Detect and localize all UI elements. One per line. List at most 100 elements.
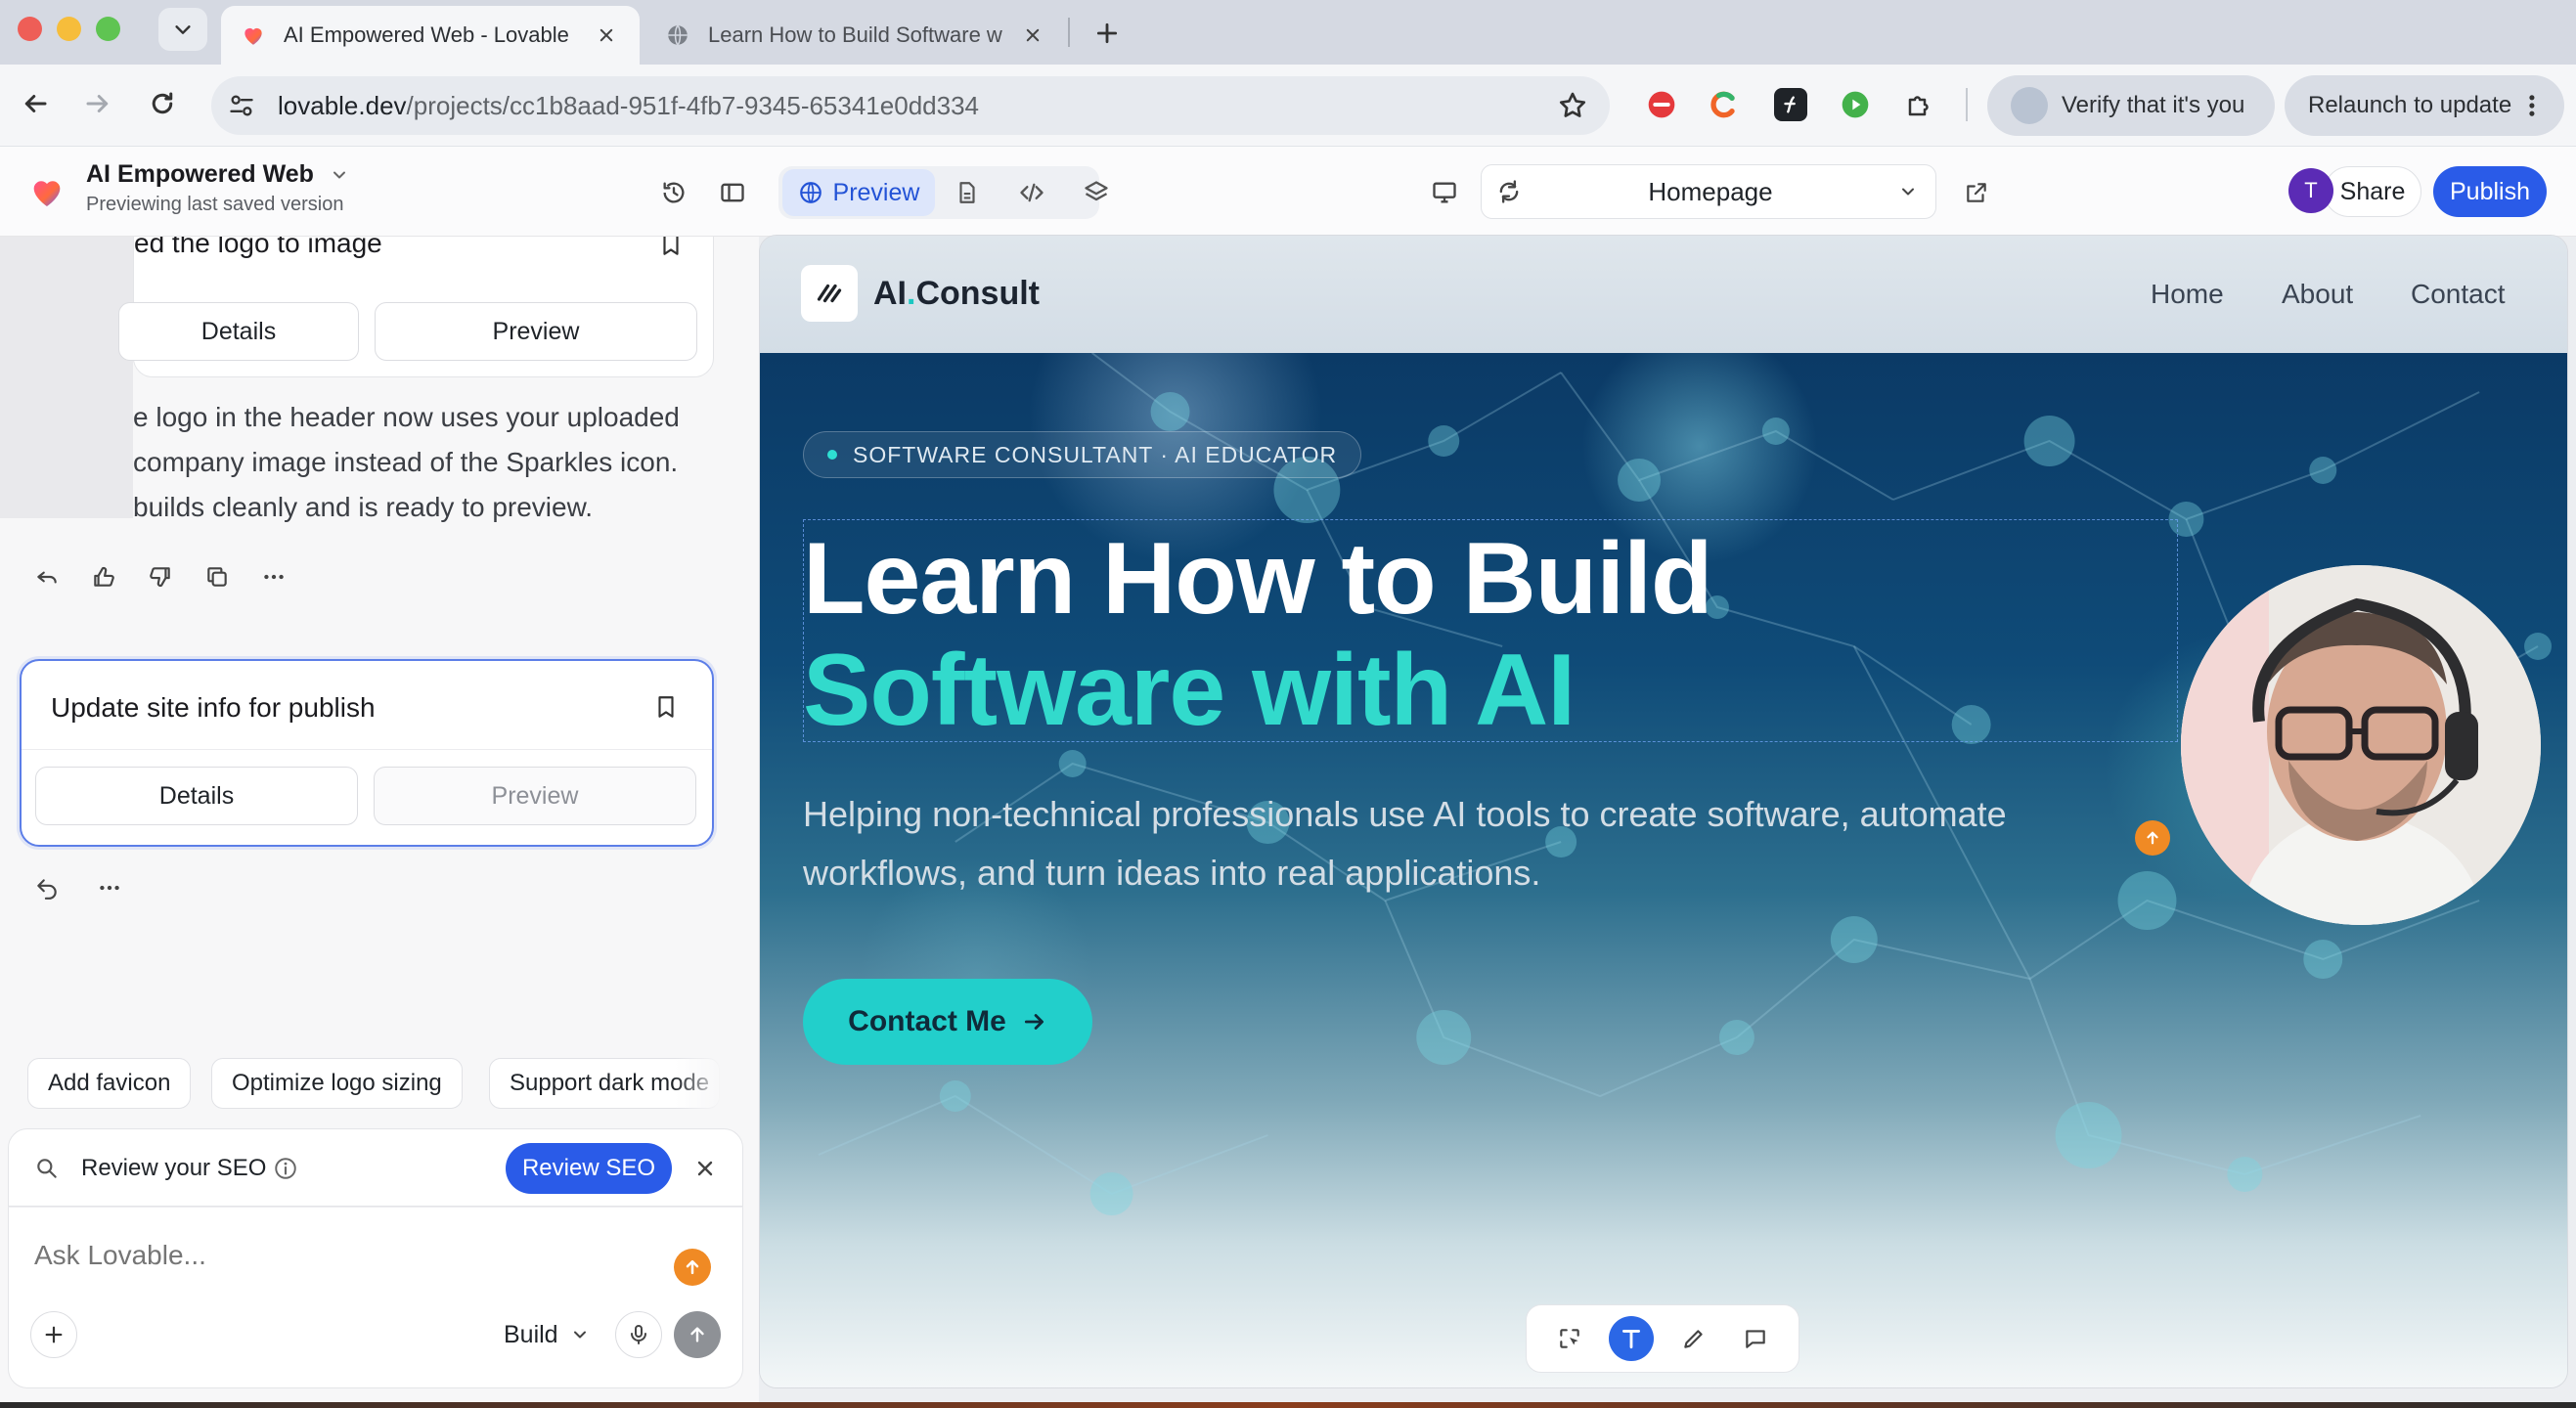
- select-cursor-icon: [1560, 1329, 1579, 1348]
- extension-blocker-icon[interactable]: [1645, 88, 1678, 121]
- hero-badge: SOFTWARE CONSULTANT · AI EDUCATOR: [803, 431, 1362, 478]
- version-actions: [33, 874, 123, 902]
- contact-me-button[interactable]: Contact Me: [803, 979, 1092, 1065]
- share-label: Share: [2339, 177, 2406, 205]
- open-in-new-tab-button[interactable]: [1960, 176, 1993, 209]
- company-logo[interactable]: [801, 265, 858, 322]
- tab-lovable[interactable]: AI Empowered Web - Lovable: [221, 6, 640, 65]
- close-icon[interactable]: [593, 22, 620, 49]
- hero-headline-line2[interactable]: Software with AI: [803, 633, 1576, 749]
- more-vertical-icon: [2529, 95, 2535, 116]
- draw-button[interactable]: [1671, 1316, 1716, 1361]
- ask-input[interactable]: [34, 1233, 641, 1278]
- window-minimize-button[interactable]: [57, 17, 81, 41]
- video-overlay-strip: [0, 237, 133, 518]
- undo-icon[interactable]: [33, 874, 61, 902]
- new-tab-button[interactable]: [1086, 12, 1129, 55]
- extension-fontsninja-icon[interactable]: [1774, 88, 1807, 121]
- details-label: Details: [158, 781, 235, 810]
- message-line: e logo in the header now uses your uploa…: [133, 402, 680, 432]
- reply-icon[interactable]: [33, 563, 61, 591]
- window-zoom-button[interactable]: [96, 17, 120, 41]
- close-icon[interactable]: [1019, 22, 1046, 49]
- bookmark-icon[interactable]: [653, 692, 679, 722]
- nav-contact[interactable]: Contact: [2411, 279, 2506, 310]
- dock-edge: [0, 1402, 2576, 1408]
- more-horizontal-icon[interactable]: [260, 563, 288, 591]
- forward-button[interactable]: [78, 84, 117, 123]
- thumbs-down-icon[interactable]: [147, 563, 174, 591]
- user-avatar[interactable]: T: [2288, 168, 2333, 213]
- plus-icon: [1096, 22, 1118, 44]
- copy-icon[interactable]: [203, 563, 231, 591]
- avatar-initial: T: [2304, 178, 2318, 202]
- preview-button[interactable]: Preview: [374, 767, 696, 825]
- publish-button[interactable]: Publish: [2433, 166, 2547, 217]
- toggle-sidebar-button[interactable]: [716, 176, 749, 209]
- details-button[interactable]: Details: [35, 767, 358, 825]
- layers-view-button[interactable]: [1080, 176, 1113, 209]
- verify-identity-chip[interactable]: Verify that it's you: [1987, 75, 2275, 136]
- suggestion-label: Optimize logo sizing: [232, 1070, 442, 1096]
- review-seo-button[interactable]: Review SEO: [506, 1143, 672, 1194]
- mode-select[interactable]: Build: [504, 1315, 590, 1354]
- hero-subheadline: Helping non-technical professionals use …: [803, 794, 2007, 893]
- tab-title: AI Empowered Web - Lovable: [284, 22, 569, 47]
- relaunch-update-chip[interactable]: Relaunch to update: [2285, 75, 2564, 136]
- info-icon[interactable]: [273, 1156, 298, 1181]
- preview-button[interactable]: Preview: [375, 302, 697, 361]
- history-button[interactable]: [657, 176, 690, 209]
- tab-search-button[interactable]: [158, 8, 207, 51]
- message-line: company image instead of the Sparkles ic…: [133, 447, 679, 477]
- nav-home[interactable]: Home: [2151, 279, 2224, 310]
- refresh-icon[interactable]: [1495, 178, 1523, 205]
- device-preview-button[interactable]: [1428, 176, 1461, 209]
- card-title: ed the logo to image: [134, 237, 382, 258]
- code-view-button[interactable]: [1015, 176, 1048, 209]
- comment-icon: [1746, 1330, 1765, 1348]
- close-icon[interactable]: [693, 1157, 717, 1180]
- extensions-puzzle-icon[interactable]: [1903, 88, 1936, 121]
- brand-name[interactable]: AI.Consult: [873, 275, 1040, 313]
- window-close-button[interactable]: [18, 17, 42, 41]
- upload-indicator[interactable]: [674, 1249, 711, 1286]
- suggestion-add-favicon[interactable]: Add favicon: [27, 1058, 192, 1109]
- history-icon: [663, 182, 685, 203]
- route-select[interactable]: Homepage: [1481, 164, 1936, 219]
- publish-label: Publish: [2450, 177, 2530, 205]
- send-button[interactable]: [674, 1311, 721, 1358]
- chevron-down-icon: [573, 1331, 586, 1339]
- nav-about[interactable]: About: [2282, 279, 2353, 310]
- share-button[interactable]: Share: [2324, 166, 2421, 217]
- preview-mode-button[interactable]: Preview: [782, 169, 935, 216]
- thumbs-up-icon[interactable]: [90, 563, 117, 591]
- voice-button[interactable]: [615, 1311, 662, 1358]
- reload-button[interactable]: [143, 84, 182, 123]
- lovable-logo-icon[interactable]: [27, 172, 67, 211]
- comment-button[interactable]: [1733, 1316, 1778, 1361]
- more-horizontal-icon[interactable]: [96, 874, 123, 902]
- details-button[interactable]: Details: [118, 302, 359, 361]
- address-bar[interactable]: lovable.dev/projects/cc1b8aad-951f-4fb7-…: [211, 76, 1610, 135]
- file-view-button[interactable]: [951, 176, 984, 209]
- message-line: builds cleanly and is ready to preview.: [133, 492, 594, 522]
- extension-play-icon[interactable]: [1839, 88, 1872, 121]
- suggestion-label: Add favicon: [48, 1070, 171, 1096]
- select-element-button[interactable]: [1547, 1316, 1592, 1361]
- chevron-down-icon: [333, 171, 345, 178]
- company-logo-icon: [817, 284, 842, 303]
- hero-headline-line1[interactable]: Learn How to Build: [803, 521, 1713, 638]
- extension-c-icon[interactable]: [1708, 88, 1741, 121]
- card-divider: [22, 749, 712, 750]
- bookmark-star-icon[interactable]: [1557, 90, 1588, 121]
- webcam-overlay: [2181, 565, 2541, 925]
- suggestion-optimize-logo[interactable]: Optimize logo sizing: [211, 1058, 463, 1109]
- bookmark-icon[interactable]: [658, 237, 684, 259]
- upload-indicator[interactable]: [2135, 820, 2170, 856]
- site-settings-icon[interactable]: [225, 89, 258, 122]
- back-button[interactable]: [16, 84, 55, 123]
- text-edit-button[interactable]: [1609, 1316, 1655, 1361]
- project-title-dropdown[interactable]: AI Empowered Web: [86, 160, 349, 189]
- tab-site-preview[interactable]: Learn How to Build Software w: [645, 6, 1066, 65]
- attach-button[interactable]: [30, 1311, 77, 1358]
